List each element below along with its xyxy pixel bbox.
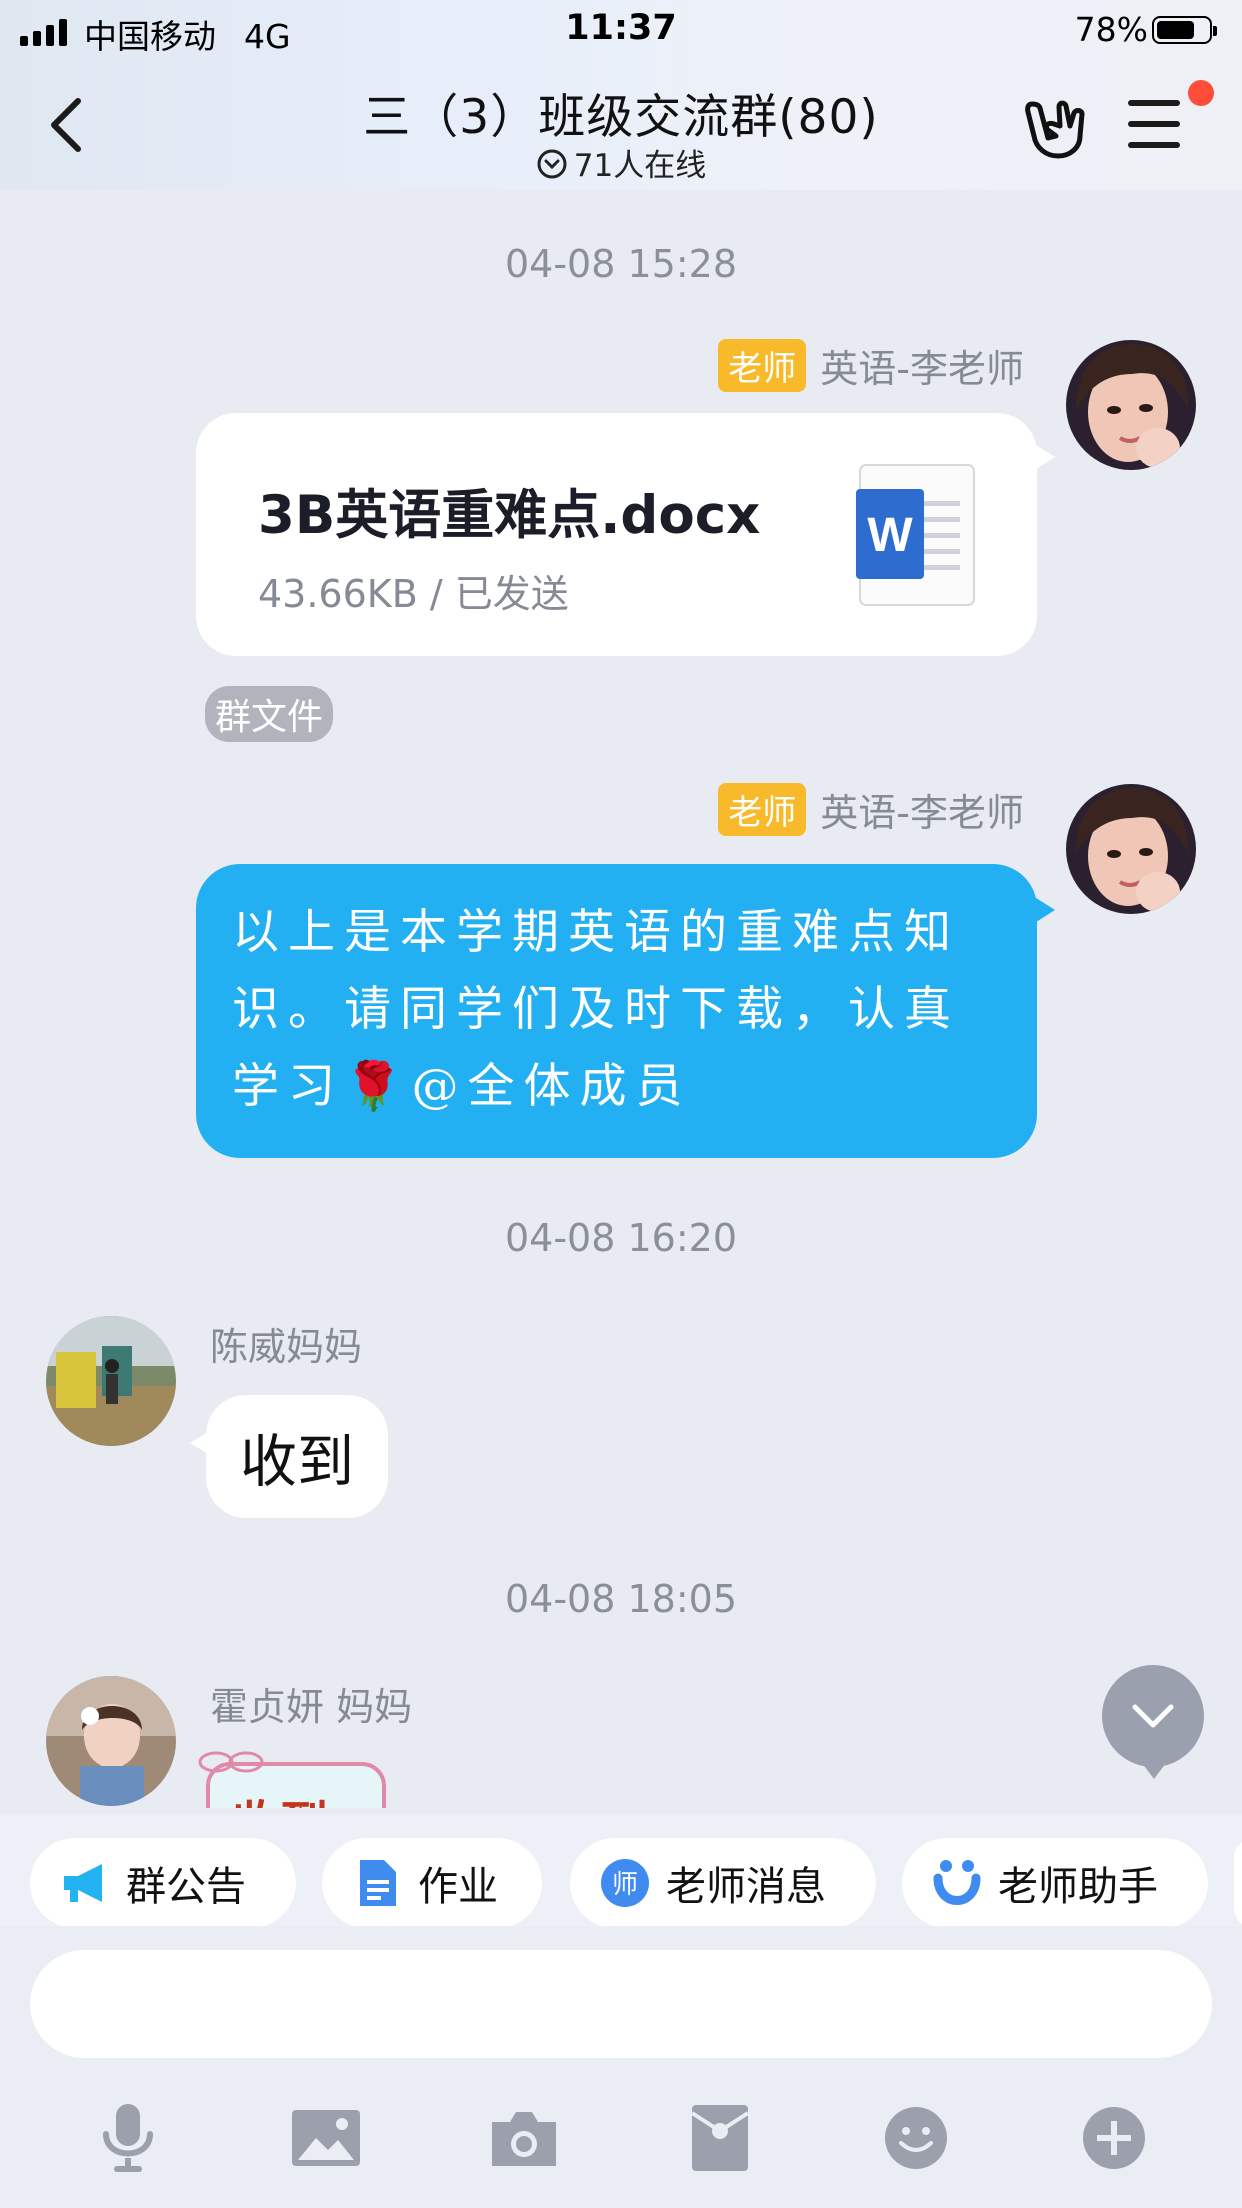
sender-name[interactable]: 英语-李老师 bbox=[820, 782, 1024, 837]
avatar[interactable] bbox=[1066, 340, 1196, 470]
chevron-down-icon bbox=[1132, 1704, 1174, 1728]
teacher-message-chip[interactable]: 师 老师消息 bbox=[570, 1838, 876, 1928]
sender-row: 老师 英语-李老师 bbox=[718, 782, 1024, 837]
announcement-chip[interactable]: 群公告 bbox=[30, 1838, 296, 1928]
plus-icon bbox=[1083, 2107, 1145, 2169]
chip-label: 老师消息 bbox=[666, 1864, 826, 1910]
microphone-icon bbox=[103, 2104, 153, 2172]
homework-chip[interactable]: 作业 bbox=[322, 1838, 542, 1928]
timestamp: 04-08 18:05 bbox=[504, 1577, 737, 1621]
avatar-image bbox=[46, 1676, 176, 1806]
battery-icon bbox=[1152, 16, 1217, 44]
teacher-assistant-chip[interactable]: 老师助手 bbox=[902, 1838, 1208, 1928]
chip-label: 作业 bbox=[418, 1864, 498, 1910]
avatar[interactable] bbox=[46, 1676, 176, 1806]
file-name: 3B英语重难点.docx bbox=[258, 485, 761, 546]
input-area bbox=[0, 1926, 1242, 2208]
status-bar: 中国移动 4G 11:37 78% bbox=[0, 0, 1242, 62]
image-icon bbox=[292, 2110, 360, 2166]
text-message-bubble[interactable]: 以上是本学期英语的重难点知识。请同学们及时下载，认真学习🌹@全体成员 bbox=[196, 864, 1055, 1158]
clock: 11:37 bbox=[565, 8, 677, 48]
avatar-image bbox=[1066, 340, 1196, 470]
battery-percent: 78% bbox=[1074, 10, 1148, 49]
message-text: 收到 bbox=[240, 1428, 354, 1495]
sender-name[interactable]: 霍贞妍 妈妈 bbox=[210, 1676, 412, 1731]
rock-hand-icon bbox=[1025, 100, 1085, 159]
hamburger-menu-icon bbox=[1128, 100, 1184, 148]
voice-button[interactable] bbox=[88, 2098, 168, 2178]
word-document-icon: W bbox=[856, 464, 975, 606]
megaphone-icon bbox=[64, 1864, 102, 1902]
red-packet-button[interactable] bbox=[680, 2098, 760, 2178]
camera-icon bbox=[492, 2112, 556, 2166]
sticker-message[interactable]: 收到 bbox=[198, 1748, 394, 1808]
message-input[interactable] bbox=[30, 1950, 1212, 2058]
menu-button[interactable] bbox=[1128, 100, 1184, 152]
file-meta: 43.66KB / 已发送 bbox=[258, 572, 569, 616]
timestamp: 04-08 15:28 bbox=[504, 242, 737, 286]
avatar[interactable] bbox=[1066, 784, 1196, 914]
sender-name[interactable]: 陈威妈妈 bbox=[210, 1316, 362, 1371]
avatar-image bbox=[1066, 784, 1196, 914]
scroll-to-bottom-button[interactable] bbox=[1102, 1665, 1204, 1779]
red-packet-icon bbox=[690, 2105, 750, 2171]
chevron-down-circle-icon bbox=[537, 149, 567, 179]
document-icon bbox=[360, 1860, 396, 1906]
teacher-badge-icon: 师 bbox=[601, 1859, 649, 1907]
chip-label: 老师助手 bbox=[998, 1864, 1158, 1910]
bow-icon bbox=[198, 1751, 264, 1773]
sender-name[interactable]: 英语-李老师 bbox=[820, 338, 1024, 393]
more-button[interactable] bbox=[1074, 2098, 1154, 2178]
svg-text:师: 师 bbox=[612, 1870, 638, 1900]
role-tag: 老师 bbox=[718, 339, 807, 392]
camera-button[interactable] bbox=[484, 2098, 564, 2178]
chip-label: 群公告 bbox=[126, 1864, 246, 1910]
emoji-icon bbox=[885, 2107, 947, 2169]
header-bar: 中国移动 4G 11:37 78% 三（3）班级交流群(80) 71人在线 bbox=[0, 0, 1242, 190]
sticker-text: 收到 bbox=[232, 1784, 328, 1808]
quick-action-bar: 群公告 作业 师 老师消息 老师助手 bbox=[0, 1814, 1242, 1928]
more-chip[interactable] bbox=[1234, 1838, 1242, 1928]
assistant-icon bbox=[933, 1860, 981, 1905]
rock-hand-button[interactable] bbox=[1018, 96, 1088, 162]
message-text: 以上是本学期英语的重难点知识。请同学们及时下载，认真学习🌹@全体成员 bbox=[232, 905, 960, 1114]
avatar-image bbox=[46, 1316, 176, 1446]
sender-row: 老师 英语-李老师 bbox=[718, 338, 1024, 393]
emoji-button[interactable] bbox=[876, 2098, 956, 2178]
role-tag: 老师 bbox=[718, 783, 807, 836]
timestamp: 04-08 16:20 bbox=[504, 1216, 737, 1260]
chat-title[interactable]: 三（3）班级交流群(80) bbox=[250, 78, 992, 147]
notification-dot bbox=[1188, 80, 1214, 106]
avatar[interactable] bbox=[46, 1316, 176, 1446]
svg-text:W: W bbox=[867, 509, 913, 562]
online-text: 71人在线 bbox=[573, 148, 707, 184]
file-message[interactable]: 3B英语重难点.docx 43.66KB / 已发送 W bbox=[196, 413, 1055, 656]
group-file-tag[interactable]: 群文件 bbox=[205, 686, 334, 742]
text-message-bubble[interactable]: 收到 bbox=[190, 1395, 388, 1518]
photo-button[interactable] bbox=[286, 2098, 366, 2178]
